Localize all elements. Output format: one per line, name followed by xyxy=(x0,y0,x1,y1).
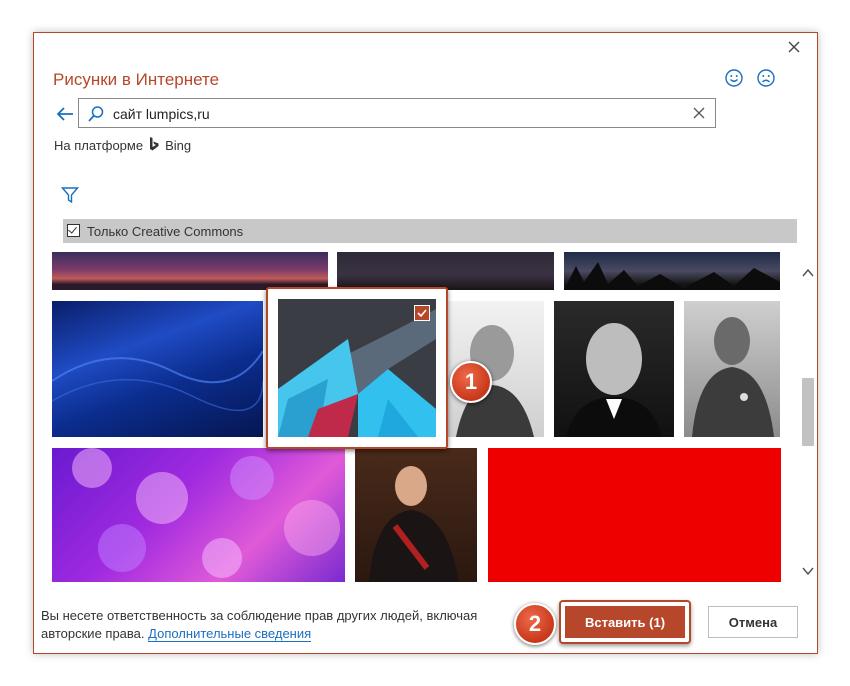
image-abstract-arrow-graphic[interactable] xyxy=(278,299,436,437)
platform-label: На платформе xyxy=(54,138,144,153)
smile-icon[interactable] xyxy=(724,68,744,88)
image-blue-abstract-waves[interactable] xyxy=(52,301,263,437)
filter-icon[interactable] xyxy=(60,186,80,209)
search-value: сайт lumpics,ru xyxy=(113,106,210,122)
back-arrow-icon[interactable] xyxy=(54,103,76,125)
image-night-mountain-panorama[interactable] xyxy=(337,252,554,290)
frown-icon[interactable] xyxy=(756,68,776,88)
dialog-title: Рисунки в Интернете xyxy=(53,70,220,89)
step-2-badge: 2 xyxy=(514,603,556,645)
image-mountain-sunset-panorama[interactable] xyxy=(52,252,328,290)
selected-image-frame[interactable] xyxy=(266,287,448,449)
scrollbar-thumb[interactable] xyxy=(802,378,814,446)
step-1-badge: 1 xyxy=(450,361,492,403)
insert-button-frame: Вставить (1) xyxy=(559,600,691,644)
creative-commons-checkbox[interactable] xyxy=(67,224,80,237)
gallery-scrollbar[interactable] xyxy=(800,252,816,582)
image-red-square[interactable] xyxy=(488,448,781,582)
insert-button[interactable]: Вставить (1) xyxy=(565,606,685,638)
search-input[interactable]: сайт lumpics,ru xyxy=(78,98,716,128)
image-purple-bokeh[interactable] xyxy=(52,448,345,582)
search-icon xyxy=(87,105,105,128)
scroll-up-icon[interactable] xyxy=(802,268,814,280)
image-military-officer-portrait[interactable] xyxy=(684,301,780,437)
image-forest-night-sky[interactable] xyxy=(564,252,780,290)
bing-logo-icon xyxy=(149,137,159,154)
creative-commons-label: Только Creative Commons xyxy=(87,224,244,239)
learn-more-link[interactable]: Дополнительные сведения xyxy=(148,626,312,642)
close-icon[interactable] xyxy=(785,40,803,58)
image-nobleman-painting[interactable] xyxy=(355,448,477,582)
clear-icon[interactable] xyxy=(691,105,707,126)
selected-check-icon xyxy=(414,305,430,321)
image-man-in-suit-portrait[interactable] xyxy=(554,301,674,437)
platform-info: На платформе Bing xyxy=(54,137,191,154)
platform-brand: Bing xyxy=(165,138,192,153)
creative-commons-filter-bar: Только Creative Commons xyxy=(63,219,797,243)
cancel-button[interactable]: Отмена xyxy=(708,606,798,638)
scroll-down-icon[interactable] xyxy=(802,566,814,578)
rights-notice: Вы несете ответственность за соблюдение … xyxy=(41,607,511,643)
